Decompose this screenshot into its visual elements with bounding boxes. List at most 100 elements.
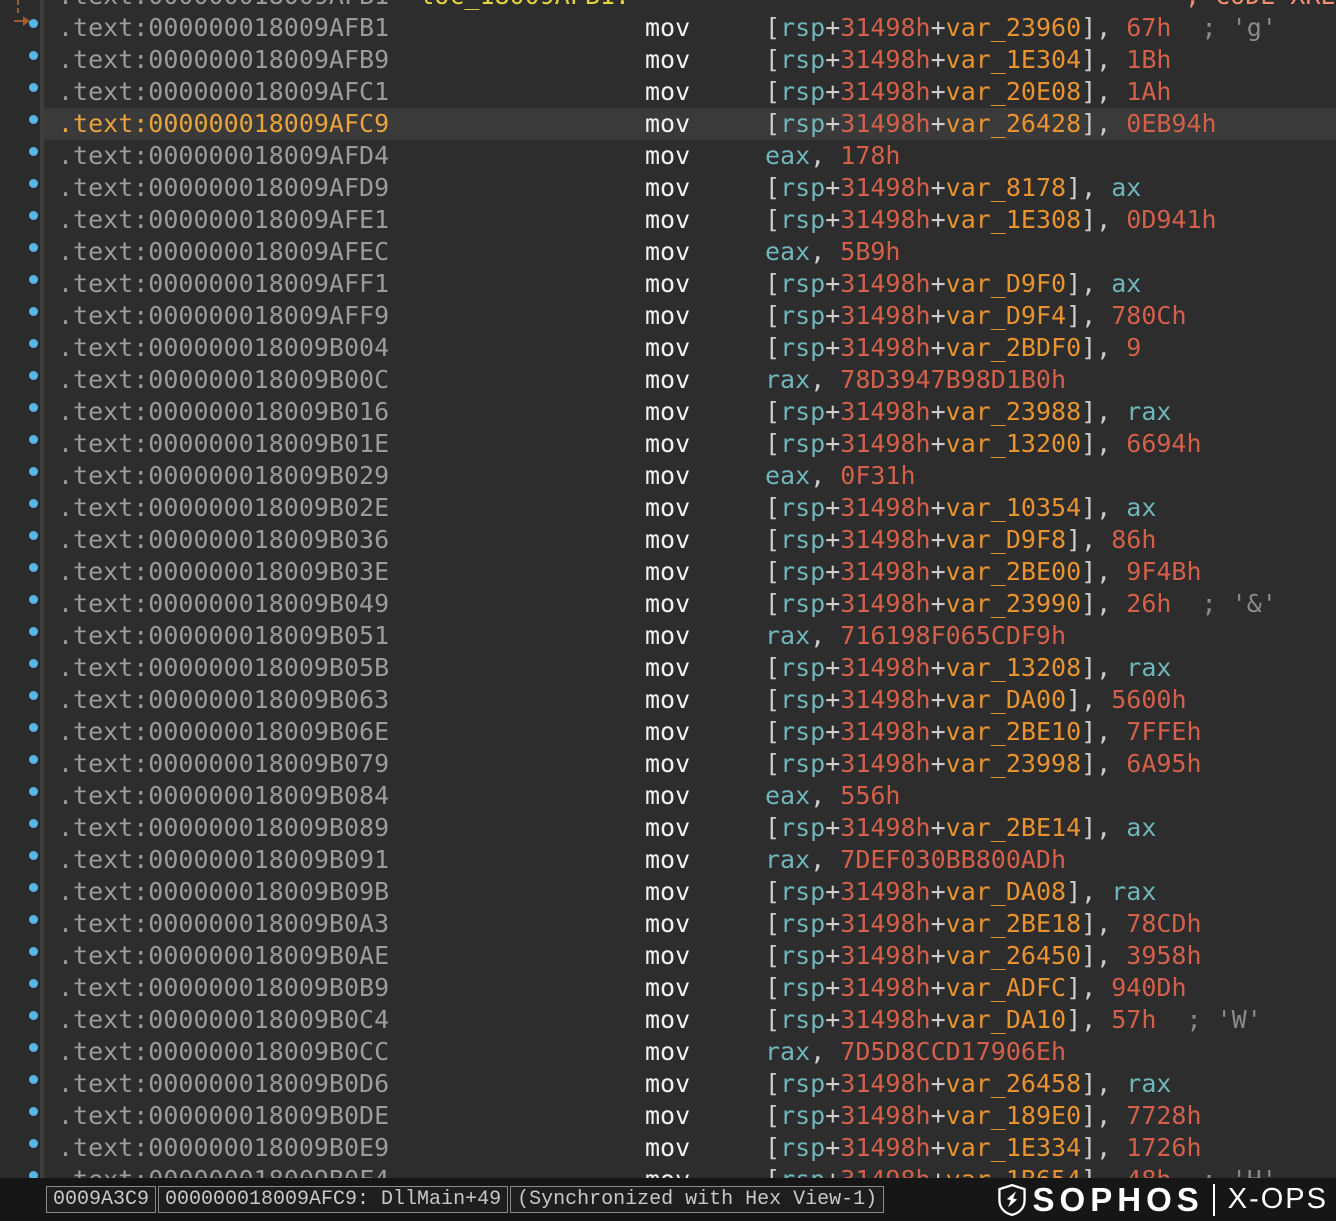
breakpoint-dot[interactable] [29,1107,38,1116]
breakpoint-dot[interactable] [29,83,38,92]
breakpoint-dot[interactable] [29,947,38,956]
disasm-row[interactable]: .text:000000018009AFB9mov[rsp+31498h+var… [44,44,1336,76]
disassembly-listing[interactable]: .text:000000018009AFB1 loc_18009AFB1:; C… [44,0,1336,1178]
disasm-row[interactable]: .text:000000018009B05Bmov[rsp+31498h+var… [44,652,1336,684]
breakpoint-dot[interactable] [29,243,38,252]
instruction-address[interactable]: .text:000000018009AFF1 [58,268,645,300]
disasm-row[interactable]: .text:000000018009B089mov[rsp+31498h+var… [44,812,1336,844]
instruction-address[interactable]: .text:000000018009B091 [58,844,645,876]
instruction-address[interactable]: .text:000000018009B016 [58,396,645,428]
breakpoint-dot[interactable] [29,1011,38,1020]
instruction-address[interactable]: .text:000000018009B0DE [58,1100,645,1132]
breakpoint-dot[interactable] [29,819,38,828]
disasm-row[interactable]: .text:000000018009B051movrax, 716198F065… [44,620,1336,652]
instruction-address[interactable]: .text:000000018009B05B [58,652,645,684]
instruction-address[interactable]: .text:000000018009B084 [58,780,645,812]
instruction-address[interactable]: .text:000000018009B049 [58,588,645,620]
instruction-address[interactable]: .text:000000018009AFD9 [58,172,645,204]
instruction-address[interactable]: .text:000000018009B06E [58,716,645,748]
disasm-row[interactable]: .text:000000018009B0AEmov[rsp+31498h+var… [44,940,1336,972]
disasm-row[interactable]: .text:000000018009B0B9mov[rsp+31498h+var… [44,972,1336,1004]
breakpoint-dot[interactable] [29,1075,38,1084]
breakpoint-dot[interactable] [29,627,38,636]
breakpoint-dot[interactable] [29,147,38,156]
instruction-address[interactable]: .text:000000018009B0AE [58,940,645,972]
instruction-address[interactable]: .text:000000018009B036 [58,524,645,556]
breakpoint-dot[interactable] [29,467,38,476]
instruction-address[interactable]: .text:000000018009B0B9 [58,972,645,1004]
breakpoint-dot[interactable] [29,307,38,316]
disasm-row[interactable]: .text:000000018009B049mov[rsp+31498h+var… [44,588,1336,620]
breakpoint-dot[interactable] [29,659,38,668]
instruction-address[interactable]: .text:000000018009B051 [58,620,645,652]
breakpoint-dot[interactable] [29,339,38,348]
breakpoint-dot[interactable] [29,51,38,60]
disasm-row[interactable]: .text:000000018009B063mov[rsp+31498h+var… [44,684,1336,716]
disasm-row[interactable]: .text:000000018009B09Bmov[rsp+31498h+var… [44,876,1336,908]
disasm-row[interactable]: .text:000000018009B0D6mov[rsp+31498h+var… [44,1068,1336,1100]
breakpoint-dot[interactable] [29,19,38,28]
breakpoint-dot[interactable] [29,691,38,700]
disasm-row[interactable]: .text:000000018009B0DEmov[rsp+31498h+var… [44,1100,1336,1132]
instruction-address[interactable]: .text:000000018009AFF9 [58,300,645,332]
instruction-address[interactable]: .text:000000018009B0CC [58,1036,645,1068]
breakpoint-dot[interactable] [29,595,38,604]
disasm-row[interactable]: .text:000000018009B00Cmovrax, 78D3947B98… [44,364,1336,396]
disasm-row[interactable]: .text:000000018009B004mov[rsp+31498h+var… [44,332,1336,364]
disasm-row[interactable]: .text:000000018009B02Emov[rsp+31498h+var… [44,492,1336,524]
breakpoint-dot[interactable] [29,435,38,444]
breakpoint-dot[interactable] [29,275,38,284]
instruction-address[interactable]: .text:000000018009AFE1 [58,204,645,236]
disasm-row[interactable]: .text:000000018009B0C4mov[rsp+31498h+var… [44,1004,1336,1036]
disasm-row[interactable]: .text:000000018009B029moveax, 0F31h [44,460,1336,492]
breakpoint-dot[interactable] [29,1043,38,1052]
instruction-address[interactable]: .text:000000018009B004 [58,332,645,364]
breakpoint-dot[interactable] [29,179,38,188]
instruction-address[interactable]: .text:000000018009B0C4 [58,1004,645,1036]
breakpoint-dot[interactable] [29,403,38,412]
disasm-row[interactable]: .text:000000018009AFF1mov[rsp+31498h+var… [44,268,1336,300]
disasm-row[interactable]: .text:000000018009B036mov[rsp+31498h+var… [44,524,1336,556]
disasm-row[interactable]: .text:000000018009B079mov[rsp+31498h+var… [44,748,1336,780]
instruction-address[interactable]: .text:000000018009B09B [58,876,645,908]
breakpoint-dot[interactable] [29,563,38,572]
breakpoint-dot[interactable] [29,851,38,860]
instruction-address[interactable]: .text:000000018009B0A3 [58,908,645,940]
disasm-row[interactable]: .text:000000018009AFE1mov[rsp+31498h+var… [44,204,1336,236]
instruction-address[interactable]: .text:000000018009B01E [58,428,645,460]
breakpoint-dot[interactable] [29,755,38,764]
breakpoint-dot[interactable] [29,115,38,124]
disasm-row[interactable]: .text:000000018009B0A3mov[rsp+31498h+var… [44,908,1336,940]
disasm-row[interactable]: .text:000000018009B0E9mov[rsp+31498h+var… [44,1132,1336,1164]
instruction-address[interactable]: .text:000000018009AFEC [58,236,645,268]
disasm-row[interactable]: .text:000000018009AFD9mov[rsp+31498h+var… [44,172,1336,204]
breakpoint-dot[interactable] [29,883,38,892]
instruction-address[interactable]: .text:000000018009B03E [58,556,645,588]
instruction-address[interactable]: .text:000000018009B0E9 [58,1132,645,1164]
disasm-row[interactable]: .text:000000018009B01Emov[rsp+31498h+var… [44,428,1336,460]
instruction-address[interactable]: .text:000000018009B079 [58,748,645,780]
instruction-address[interactable]: .text:000000018009AFB1 [58,12,645,44]
breakpoint-gutter[interactable] [0,0,40,1178]
disasm-row[interactable]: .text:000000018009AFECmoveax, 5B9h [44,236,1336,268]
disasm-label-row[interactable]: .text:000000018009AFB1 loc_18009AFB1:; C… [44,0,1336,12]
breakpoint-dot[interactable] [29,499,38,508]
instruction-address[interactable]: .text:000000018009B063 [58,684,645,716]
disasm-row[interactable]: .text:000000018009AFB1mov[rsp+31498h+var… [44,12,1336,44]
breakpoint-dot[interactable] [29,371,38,380]
disasm-row[interactable]: .text:000000018009B091movrax, 7DEF030BB8… [44,844,1336,876]
breakpoint-dot[interactable] [29,1139,38,1148]
disasm-row[interactable]: .text:000000018009B03Emov[rsp+31498h+var… [44,556,1336,588]
breakpoint-dot[interactable] [29,723,38,732]
disasm-row[interactable]: .text:000000018009AFC1mov[rsp+31498h+var… [44,76,1336,108]
instruction-address[interactable]: .text:000000018009AFB9 [58,44,645,76]
breakpoint-dot[interactable] [29,787,38,796]
instruction-address[interactable]: .text:000000018009AFD4 [58,140,645,172]
disasm-row[interactable]: .text:000000018009B0F4mov[rsp+31498h+var… [44,1164,1336,1178]
breakpoint-dot[interactable] [29,531,38,540]
disasm-row[interactable]: .text:000000018009B0CCmovrax, 7D5D8CCD17… [44,1036,1336,1068]
instruction-address[interactable]: .text:000000018009B089 [58,812,645,844]
disasm-row[interactable]: .text:000000018009B084moveax, 556h [44,780,1336,812]
instruction-address[interactable]: .text:000000018009B0D6 [58,1068,645,1100]
instruction-address[interactable]: .text:000000018009B00C [58,364,645,396]
